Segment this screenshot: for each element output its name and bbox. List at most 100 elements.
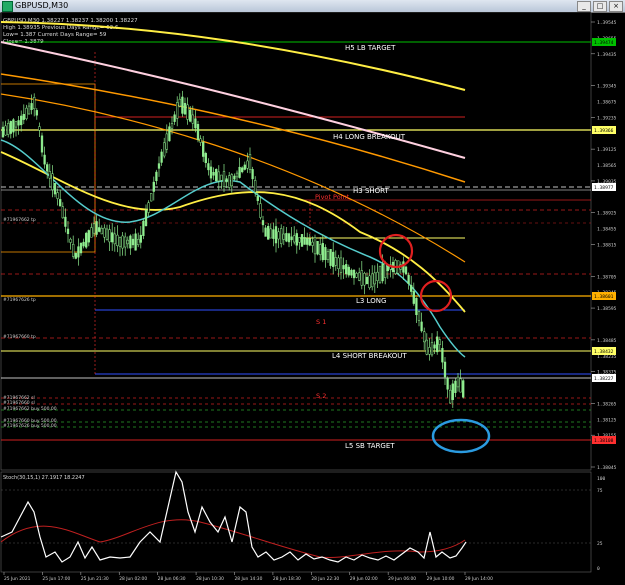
candle-body: [360, 270, 363, 286]
candle-body: [98, 227, 101, 232]
candle-body: [256, 195, 259, 201]
candle-body: [238, 166, 241, 178]
candle-body: [111, 232, 114, 243]
order-buy3-label: #71967626 buy 500.00: [3, 423, 57, 429]
candle-body: [417, 311, 421, 321]
candle-body: [339, 257, 343, 273]
stoch-axis: 100 75 25 0: [597, 476, 606, 572]
candle-body: [22, 113, 25, 120]
candle-body: [311, 241, 314, 246]
candle-body: [235, 172, 239, 178]
candle-body: [319, 244, 322, 255]
stoch-tick-label: 100: [597, 476, 606, 482]
stoch-panel[interactable]: [0, 471, 592, 573]
candle-body: [217, 171, 220, 182]
candle-body: [183, 103, 187, 115]
candle-body: [456, 376, 460, 388]
candle-body: [225, 178, 228, 183]
price-marker-label: 1.38108: [594, 438, 614, 444]
chart-canvas[interactable]: GBPUSD,M30 1.38227 1.38237 1.38200 1.382…: [0, 12, 625, 585]
candle-body: [129, 235, 132, 249]
time-axis[interactable]: 25 Jun 2021 25 Jun 17:00 25 Jun 21:30 28 Ju…: [3, 572, 493, 582]
candle-body: [363, 273, 366, 286]
candle-body: [423, 331, 426, 343]
time-tick-label: 28 Jun 10:30: [196, 576, 224, 582]
candle-body: [415, 297, 418, 316]
price-axis[interactable]: 1.395451.394351.393451.392351.391251.390…: [591, 20, 617, 471]
minimize-button[interactable]: _: [577, 1, 591, 12]
maximize-button[interactable]: □: [593, 1, 607, 12]
candle-body: [126, 239, 129, 245]
candle-body: [371, 273, 374, 288]
candle-body: [246, 160, 249, 169]
price-tick-label: 1.39125: [597, 147, 617, 153]
s2-label: S 2: [316, 392, 326, 400]
price-tick-label: 1.39545: [597, 20, 617, 26]
candle-body: [313, 237, 317, 255]
candle-body: [282, 233, 285, 240]
candle-body: [9, 121, 12, 134]
stoch-tick-label: 75: [597, 488, 603, 494]
order-tp1-label: #71967662 tp: [3, 217, 36, 223]
order-tp2-label: #71967626 tp: [3, 297, 36, 303]
candle-body: [428, 347, 431, 355]
candle-body: [459, 378, 462, 393]
time-tick-label: 25 Jun 21:30: [81, 576, 109, 582]
price-tick-label: 1.38925: [597, 211, 617, 217]
candle-body: [316, 241, 319, 255]
candle-body: [124, 236, 127, 248]
price-marker-label: 1.38227: [594, 376, 614, 382]
candle-body: [378, 265, 382, 284]
stoch-tick-label: 25: [597, 541, 603, 547]
candle-body: [220, 174, 223, 181]
price-tick-label: 1.38485: [597, 338, 617, 344]
candle-body: [35, 110, 38, 116]
candle-body: [290, 236, 293, 241]
candle-body: [207, 163, 210, 171]
price-tick-label: 1.38595: [597, 306, 617, 312]
candle-body: [272, 229, 275, 239]
candle-body: [373, 272, 376, 285]
candle-body: [386, 266, 389, 272]
candle-body: [446, 378, 449, 390]
time-tick-label: 28 Jun 14:30: [235, 576, 263, 582]
candle-body: [410, 285, 413, 292]
candle-body: [103, 227, 106, 238]
candle-body: [131, 238, 135, 246]
candle-body: [441, 348, 444, 363]
candle-body: [324, 247, 327, 261]
time-tick-label: 29 Jun 02:00: [350, 576, 378, 582]
candle-body: [150, 193, 153, 202]
candle-body: [321, 243, 324, 261]
candle-body: [1, 126, 5, 138]
candle-body: [443, 361, 447, 378]
candle-body: [33, 97, 36, 110]
candle-body: [261, 220, 265, 226]
candle-body: [222, 171, 226, 187]
candle-body: [433, 344, 436, 349]
candle-body: [248, 154, 252, 170]
candle-body: [352, 269, 356, 279]
candle-body: [355, 273, 358, 278]
price-marker-label: 1.38601: [594, 294, 614, 300]
candle-body: [438, 339, 441, 345]
candle-body: [326, 251, 330, 260]
close-button[interactable]: ×: [609, 1, 623, 12]
candle-body: [243, 164, 246, 170]
candle-body: [376, 271, 379, 281]
candle-body: [189, 109, 192, 122]
candle-body: [191, 114, 194, 124]
price-tick-label: 1.38815: [597, 243, 617, 249]
price-markers: 1.39474 1.39366 1.38977 1.38601 1.38432 1.382…: [592, 38, 616, 444]
candle-body: [4, 125, 7, 136]
candle-body: [144, 209, 148, 227]
candle-body: [300, 234, 304, 247]
order-buy1-label: #71967662 buy 500.00: [3, 406, 57, 412]
candle-body: [345, 264, 348, 275]
order-tp3-label: #71967660 tp: [3, 334, 36, 340]
candle-body: [350, 269, 353, 276]
candle-body: [264, 227, 267, 237]
l5-label: L5 SB TARGET: [345, 442, 395, 450]
stoch-title: Stoch(30,15,1) 27.1917 18.2247: [3, 475, 85, 481]
candle-body: [181, 96, 184, 114]
